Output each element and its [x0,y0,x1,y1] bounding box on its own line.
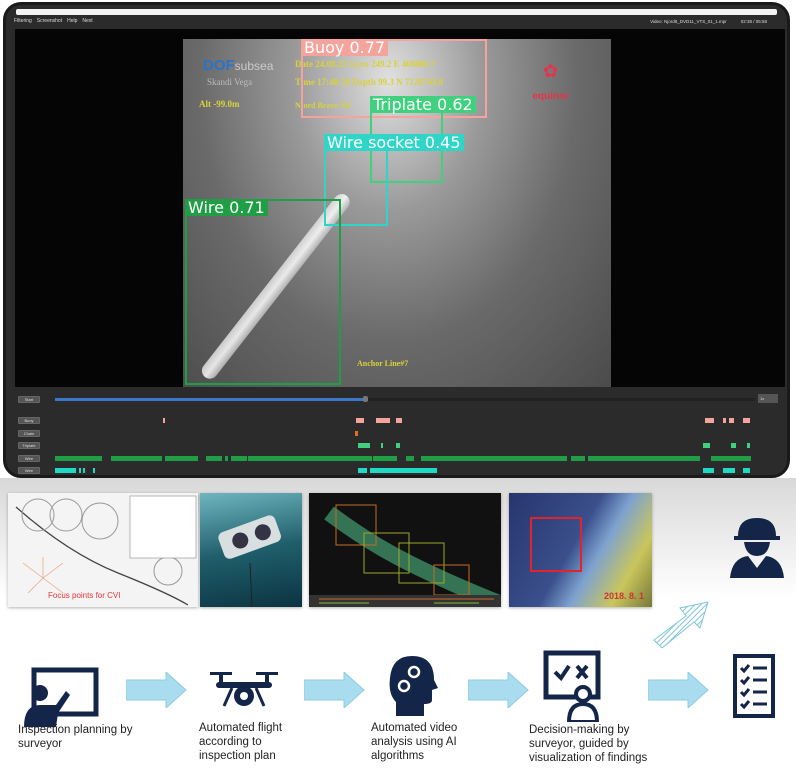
detection-segment[interactable] [376,418,390,423]
detection-segment[interactable] [355,430,358,436]
cvi-focus-label: Focus points for CVI [48,591,121,600]
mooring-line-drawing [15,495,197,606]
detection-segment[interactable] [206,455,222,461]
detection-segment[interactable] [703,468,715,473]
track-wire[interactable] [55,455,755,461]
step-label-planning: Inspection planning by surveyor [18,724,133,750]
detection-box-wire: Wire 0.71 [185,199,341,385]
detection-segment[interactable] [92,468,95,473]
track-triplate[interactable] [55,443,755,448]
osd-vessel: Skandi Vega [207,77,253,87]
detection-segment[interactable] [395,443,400,448]
speed-select[interactable]: 1x [758,394,778,403]
detection-segment[interactable] [78,468,81,473]
track-button-wire-socket[interactable]: Wire socket [18,467,40,475]
detection-segment[interactable] [370,468,437,473]
detection-segment[interactable] [722,468,736,473]
menu-screenshot[interactable]: Screenshot [37,18,62,24]
defect-highlight-box [530,517,582,572]
track-chain[interactable] [55,430,755,436]
detection-segment[interactable] [587,455,701,461]
detection-segment[interactable] [83,468,85,473]
decision-board-icon [543,650,601,722]
detection-segment[interactable] [164,455,199,461]
date-stamp: 2018. 8. 1 [603,591,644,601]
video-filename: Video: Njord8_DVD11_VTS_01_1.mpr [650,19,727,24]
timeline-controls: Start 1x Buoy Chain Triplate Wire Wire socke… [6,389,787,475]
video-player[interactable]: DOFsubsea Skandi Vega Date 24.08.22 Gyro… [15,29,785,387]
detection-segment[interactable] [162,418,166,423]
menu-filtering[interactable]: Filtering [14,18,32,24]
detection-segment[interactable] [722,418,726,423]
track-button-triplate[interactable]: Triplate [18,442,40,449]
detection-segment[interactable] [405,455,414,461]
progress-slider[interactable] [55,396,755,402]
osd-alt: Alt -99.0m [199,99,240,109]
step-label-flight: Automated flight according to inspection… [199,722,283,762]
detection-segment[interactable] [111,455,162,461]
detection-segment[interactable] [225,455,229,461]
detection-segment[interactable] [421,455,568,461]
track-button-chain[interactable]: Chain [18,429,40,437]
chain-detection-screenshot [309,493,501,607]
worker-hardhat-icon [730,518,784,578]
menu-bar: Filtering Screenshot Help Next [14,18,93,24]
osd-anchor-line: Anchor Line#7 [357,359,409,368]
presentation-icon [24,667,99,727]
track-wire-socket[interactable] [55,468,755,473]
hatched-diagonal-arrow [653,601,709,649]
detection-segment[interactable] [570,455,586,461]
video-info: Video: Njord8_DVD11_VTS_01_1.mpr 02:38 /… [650,19,767,24]
detection-segment[interactable] [703,443,710,448]
flow-arrow-3 [468,672,529,708]
equinor-logo: equinor [532,91,569,102]
video-analysis-app-window: Filtering Screenshot Help Next Video: Nj… [3,2,790,478]
detection-segment[interactable] [729,418,734,423]
equinor-logo-mark: ✿ [543,61,559,81]
drone-icon [210,672,278,707]
ai-head-gears-icon [389,656,438,716]
detection-segment[interactable] [358,443,370,448]
detection-segment[interactable] [230,455,248,461]
pipe-defect-photo: 2018. 8. 1 [509,493,652,607]
dof-logo: DOFsubsea [203,57,274,74]
title-bar [16,9,777,15]
detection-segment[interactable] [743,418,750,423]
rov-underwater-photo [200,493,302,607]
detection-segment[interactable] [381,443,384,448]
checklist-icon [733,654,775,718]
example-images-strip: Focus points for CVI 2018. 8. 1 [0,478,796,649]
detection-segment[interactable] [372,455,397,461]
track-buoy[interactable] [55,418,755,423]
menu-next[interactable]: Next [82,18,92,24]
flow-arrow-4 [648,672,709,708]
detection-segment[interactable] [710,455,752,461]
start-button[interactable]: Start [18,396,40,403]
step-label-decision: Decision-making by surveyor, guided by v… [529,724,648,764]
detection-segment[interactable] [55,455,103,461]
track-button-buoy[interactable]: Buoy [18,417,40,424]
detection-segment[interactable] [743,468,750,473]
detection-segment[interactable] [356,418,365,423]
detection-segment[interactable] [358,468,367,473]
track-button-wire[interactable]: Wire [18,454,40,462]
inspection-plan-drawing: Focus points for CVI [8,493,198,607]
video-time: 02:38 / 05:58 [740,19,767,24]
detection-segment[interactable] [55,468,76,473]
detection-segment[interactable] [705,418,715,423]
flow-arrow-2 [304,672,365,708]
flow-arrow-1 [126,672,187,708]
menu-help[interactable]: Help [67,18,77,24]
detection-segment[interactable] [731,443,736,448]
slider-knob[interactable] [363,396,369,402]
detection-segment[interactable] [747,443,750,448]
detection-segment[interactable] [395,418,402,423]
detection-segment[interactable] [248,455,372,461]
step-label-analysis: Automated video analysis using AI algori… [371,722,458,762]
